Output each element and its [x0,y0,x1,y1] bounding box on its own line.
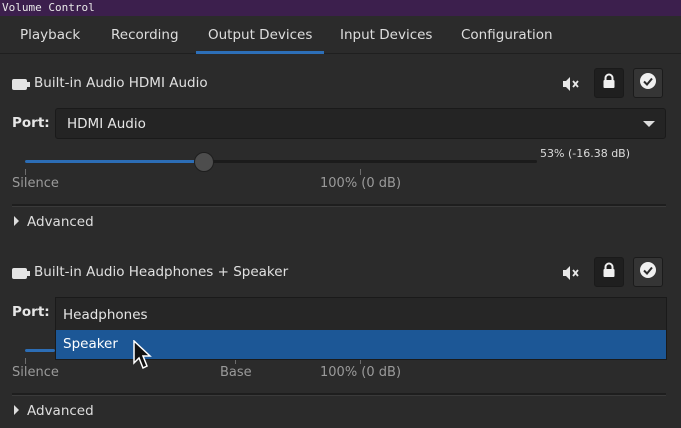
advanced-label: Advanced [27,214,94,230]
lock-channels-button[interactable] [594,68,624,98]
volume-slider-fill [25,160,204,163]
lock-channels-button[interactable] [594,257,624,287]
volume-slider-handle[interactable] [194,152,214,172]
advanced-expander[interactable]: Advanced [14,214,94,230]
lock-icon [602,73,616,93]
volume-slider-fill [25,349,55,352]
scale-tick [25,169,26,175]
tab-bar: Playback Recording Output Devices Input … [0,16,681,54]
checkmark-icon [639,72,657,94]
set-default-button[interactable] [633,68,663,98]
scale-label-silence: Silence [12,176,59,191]
scale-tick [360,169,361,175]
expander-arrow-icon [14,405,19,415]
audio-card-icon [12,268,30,279]
tab-output-devices[interactable]: Output Devices [195,16,325,54]
volume-slider-track[interactable] [25,160,537,163]
port-label: Port: [12,115,50,131]
mouse-pointer-icon [133,339,153,370]
divider [12,393,666,396]
port-select[interactable]: HDMI Audio [55,108,666,139]
tab-playback[interactable]: Playback [20,16,80,54]
advanced-label: Advanced [27,403,94,419]
volume-readout: 53% (-16.38 dB) [540,147,631,160]
speaker-muted-icon[interactable] [561,264,581,282]
volume-slider-track[interactable] [25,349,55,352]
lock-icon [602,262,616,282]
set-default-button[interactable] [633,257,663,287]
port-option-headphones[interactable]: Headphones [56,301,666,330]
checkmark-icon [639,261,657,283]
window-title: Volume Control [0,0,681,16]
divider [12,204,666,207]
advanced-expander[interactable]: Advanced [14,403,94,419]
tab-recording[interactable]: Recording [111,16,179,54]
speaker-muted-icon[interactable] [561,75,581,93]
chevron-down-icon [643,121,655,127]
device-name: Built-in Audio HDMI Audio [34,75,208,91]
tab-input-devices[interactable]: Input Devices [340,16,432,54]
port-select-value: HDMI Audio [67,116,146,132]
scale-label-100: 100% (0 dB) [320,176,402,191]
scale-label-100: 100% (0 dB) [320,365,402,380]
device-name: Built-in Audio Headphones + Speaker [34,264,289,280]
audio-card-icon [12,79,30,90]
expander-arrow-icon [14,216,19,226]
port-label: Port: [12,304,50,320]
scale-tick [25,358,26,364]
tab-configuration[interactable]: Configuration [461,16,553,54]
scale-label-base: Base [220,365,252,380]
scale-label-silence: Silence [12,365,59,380]
